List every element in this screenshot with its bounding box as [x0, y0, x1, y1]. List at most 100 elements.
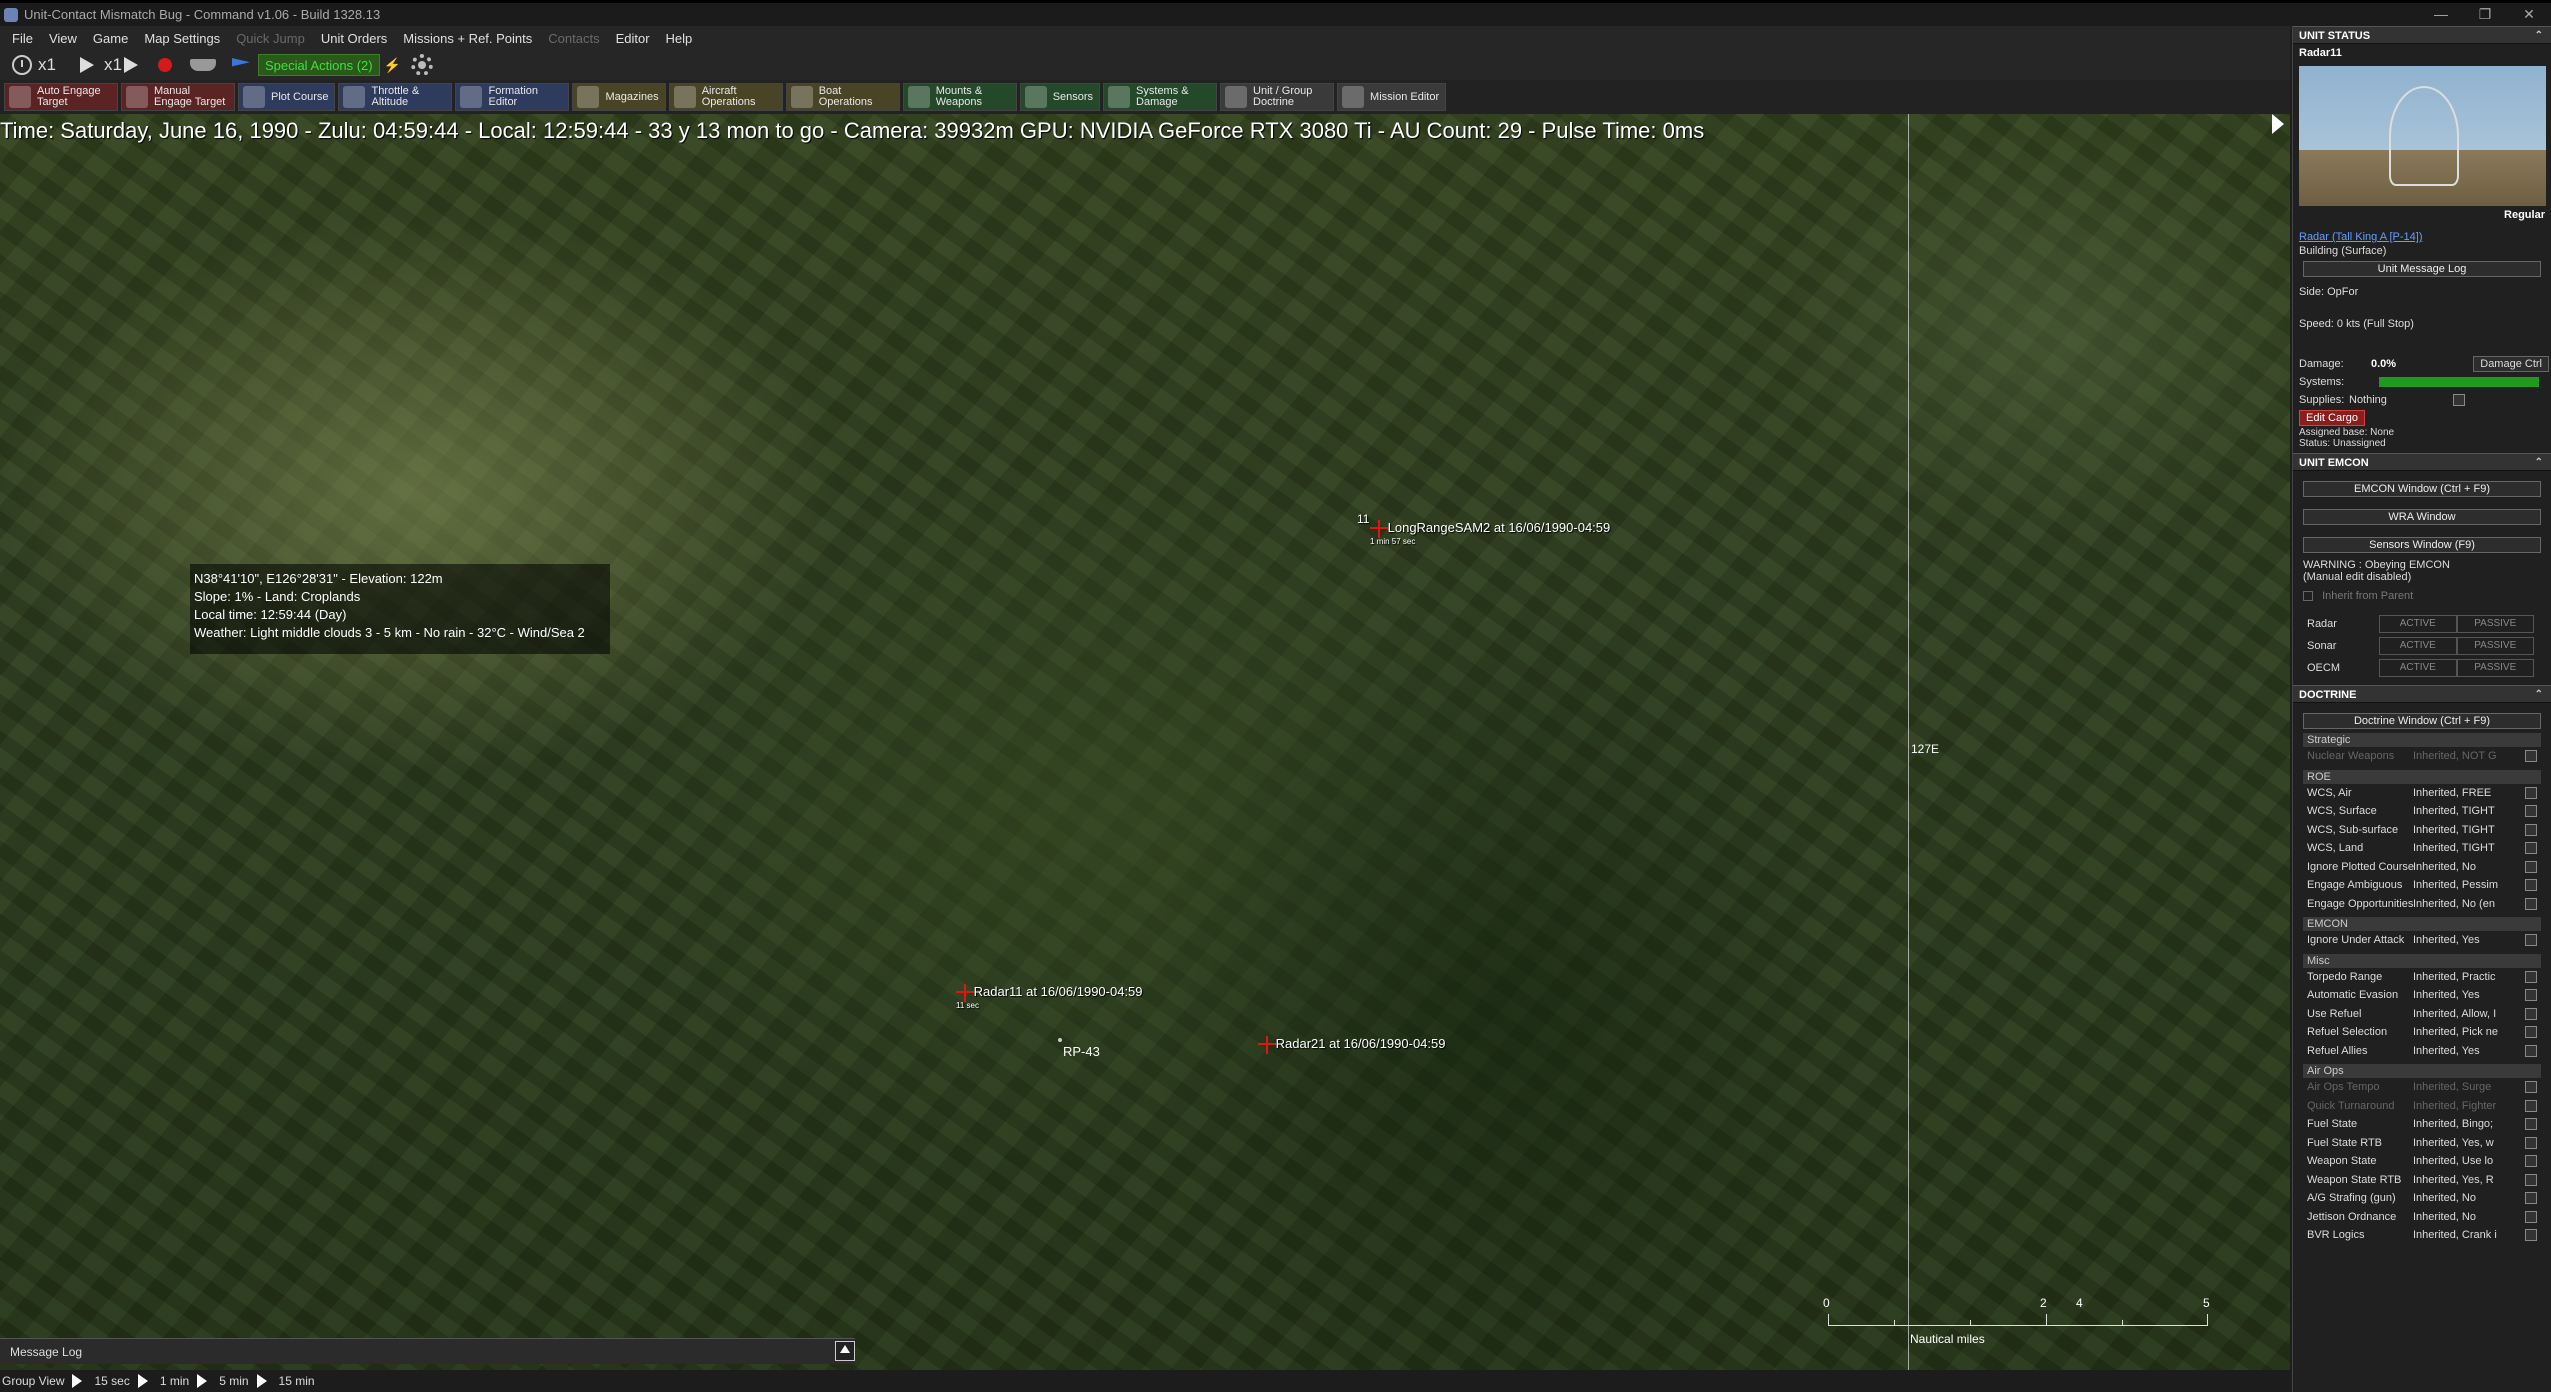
record-icon[interactable] [157, 58, 172, 72]
step-5min[interactable]: 5 min [219, 1374, 248, 1388]
play-arrow-icon[interactable] [256, 1374, 267, 1388]
dropdown-icon[interactable] [2525, 879, 2537, 891]
sensors-button[interactable]: Sensors [1019, 83, 1101, 111]
emcon-active-option[interactable]: ACTIVE [2379, 659, 2457, 677]
dropdown-icon[interactable] [2525, 1155, 2537, 1167]
damage-control-button[interactable]: Damage Ctrl [2473, 356, 2549, 372]
dropdown-icon[interactable] [2525, 1173, 2537, 1186]
play-icon[interactable] [79, 57, 94, 73]
unit-emcon-header[interactable]: UNIT EMCON ⌃ [2293, 453, 2551, 471]
gear-icon[interactable] [411, 54, 434, 76]
group-view-label[interactable]: Group View [2, 1374, 64, 1388]
menu-unit-orders[interactable]: Unit Orders [313, 31, 395, 46]
message-log-bar[interactable]: Message Log [0, 1338, 855, 1364]
ship-icon[interactable] [189, 59, 216, 71]
dropdown-icon[interactable] [2525, 1044, 2537, 1057]
toolbar-button-label: Sensors [1052, 90, 1094, 103]
dropdown-icon[interactable] [2525, 1136, 2537, 1149]
unit-radar21[interactable]: Radar21 at 16/06/1990-04:59 [1258, 1036, 1445, 1054]
collapse-icon[interactable]: ⌃ [2535, 686, 2543, 704]
dropdown-icon[interactable] [2525, 805, 2537, 817]
unit-longrangesam2[interactable]: 11 LongRangeSAM2 at 16/06/1990-04:59 1 m… [1357, 512, 1610, 546]
clock-icon[interactable] [12, 55, 32, 75]
menu-file[interactable]: File [4, 31, 41, 46]
emcon-window-button[interactable]: EMCON Window (Ctrl + F9) [2303, 481, 2541, 497]
throttle-altitude-button[interactable]: Throttle & Altitude [338, 83, 453, 111]
dropdown-icon[interactable] [2525, 786, 2537, 799]
unit-message-log-button[interactable]: Unit Message Log [2303, 261, 2541, 277]
reference-point[interactable]: RP-43 [1058, 1038, 1100, 1059]
collapse-icon[interactable]: ⌃ [2535, 27, 2543, 45]
doctrine-header[interactable]: DOCTRINE ⌃ [2293, 685, 2551, 703]
doctrine-row: Air Ops Tempo Inherited, Surge [2293, 1078, 2551, 1097]
emcon-passive-option[interactable]: PASSIVE [2456, 659, 2534, 677]
supplies-dropdown-icon[interactable] [2453, 394, 2465, 406]
manual-engage-target-button[interactable]: Manual Engage Target [121, 83, 235, 111]
inherit-checkbox[interactable] [2303, 591, 2313, 602]
dropdown-icon[interactable] [2525, 860, 2537, 873]
collapse-icon[interactable]: ⌃ [2535, 454, 2543, 472]
boat-operations-button[interactable]: Boat Operations [785, 83, 900, 111]
aircraft-operations-button[interactable]: Aircraft Operations [668, 83, 783, 111]
menu-game[interactable]: Game [85, 31, 136, 46]
dropdown-icon[interactable] [2525, 1026, 2537, 1038]
step-1min[interactable]: 1 min [160, 1374, 189, 1388]
menu-map-settings[interactable]: Map Settings [136, 31, 228, 46]
emcon-passive-option[interactable]: PASSIVE [2456, 615, 2534, 633]
unit-type-link[interactable]: Radar (Tall King A [P-14]) [2293, 230, 2551, 244]
auto-engage-target-button[interactable]: Auto Engage Target [4, 83, 118, 111]
dropdown-icon[interactable] [2525, 897, 2537, 910]
dropdown-icon[interactable] [2525, 823, 2537, 836]
wra-window-button[interactable]: WRA Window [2303, 509, 2541, 525]
plot-course-button[interactable]: Plot Course [238, 83, 336, 111]
step-play-icon[interactable] [123, 57, 138, 73]
time-compression-2[interactable]: x1 [104, 52, 122, 78]
unit-status-header[interactable]: UNIT STATUS ⌃ [2293, 26, 2551, 44]
lightning-icon[interactable]: ⚡ [384, 57, 401, 74]
emcon-passive-option[interactable]: PASSIVE [2456, 637, 2534, 655]
panel-toggle-icon[interactable] [2272, 114, 2284, 134]
map-view[interactable]: Time: Saturday, June 16, 1990 - Zulu: 04… [0, 114, 2290, 1370]
dropdown-icon[interactable] [2525, 1007, 2537, 1020]
dropdown-icon[interactable] [2525, 842, 2537, 854]
minimize-icon[interactable]: — [2419, 3, 2463, 26]
dropdown-icon[interactable] [2525, 1229, 2537, 1241]
edit-cargo-button[interactable]: Edit Cargo [2299, 410, 2365, 426]
dropdown-icon[interactable] [2525, 1192, 2537, 1204]
flag-icon[interactable] [231, 58, 250, 67]
dropdown-icon[interactable] [2525, 934, 2537, 946]
systems-damage-button[interactable]: Systems & Damage [1103, 83, 1218, 111]
dropdown-icon[interactable] [2525, 970, 2537, 983]
expand-log-icon[interactable] [835, 1341, 855, 1361]
dropdown-icon[interactable] [2525, 1118, 2537, 1130]
close-icon[interactable]: ✕ [2507, 3, 2551, 26]
time-compression-1[interactable]: x1 [38, 52, 56, 78]
mounts-weapons-button[interactable]: Mounts & Weapons [902, 83, 1017, 111]
play-arrow-icon[interactable] [137, 1374, 148, 1388]
step-15sec[interactable]: 15 sec [94, 1374, 129, 1388]
doctrine-label: WCS, Air [2307, 786, 2352, 799]
menu-missions-ref-points[interactable]: Missions + Ref. Points [395, 31, 540, 46]
assigned-base: Assigned base: None [2299, 427, 2395, 438]
unit-group-doctrine-button[interactable]: Unit / Group Doctrine [1220, 83, 1335, 111]
doctrine-window-button[interactable]: Doctrine Window (Ctrl + F9) [2303, 713, 2541, 729]
sensors-window-button[interactable]: Sensors Window (F9) [2303, 537, 2541, 553]
dropdown-icon[interactable] [2525, 1210, 2537, 1223]
magazines-button[interactable]: Magazines [572, 83, 666, 111]
mission-editor-button[interactable]: Mission Editor [1337, 83, 1447, 111]
play-arrow-icon[interactable] [72, 1374, 83, 1388]
dropdown-icon[interactable] [2525, 989, 2537, 1001]
step-15min[interactable]: 15 min [279, 1374, 315, 1388]
special-actions-button[interactable]: Special Actions (2) [257, 54, 380, 76]
doctrine-row: A/G Strafing (gun) Inherited, No [2293, 1189, 2551, 1208]
menu-editor[interactable]: Editor [608, 31, 658, 46]
menu-view[interactable]: View [41, 31, 85, 46]
emcon-active-option[interactable]: ACTIVE [2379, 637, 2457, 655]
restore-icon[interactable]: ❐ [2463, 3, 2507, 26]
formation-editor-button[interactable]: Formation Editor [455, 83, 570, 111]
play-arrow-icon[interactable] [197, 1374, 208, 1388]
emcon-active-option[interactable]: ACTIVE [2379, 615, 2457, 633]
unit-radar11[interactable]: Radar11 at 16/06/1990-04:59 11 sec [956, 984, 1143, 1010]
doctrine-row: WCS, Land Inherited, TIGHT [2293, 839, 2551, 858]
menu-help[interactable]: Help [658, 31, 701, 46]
